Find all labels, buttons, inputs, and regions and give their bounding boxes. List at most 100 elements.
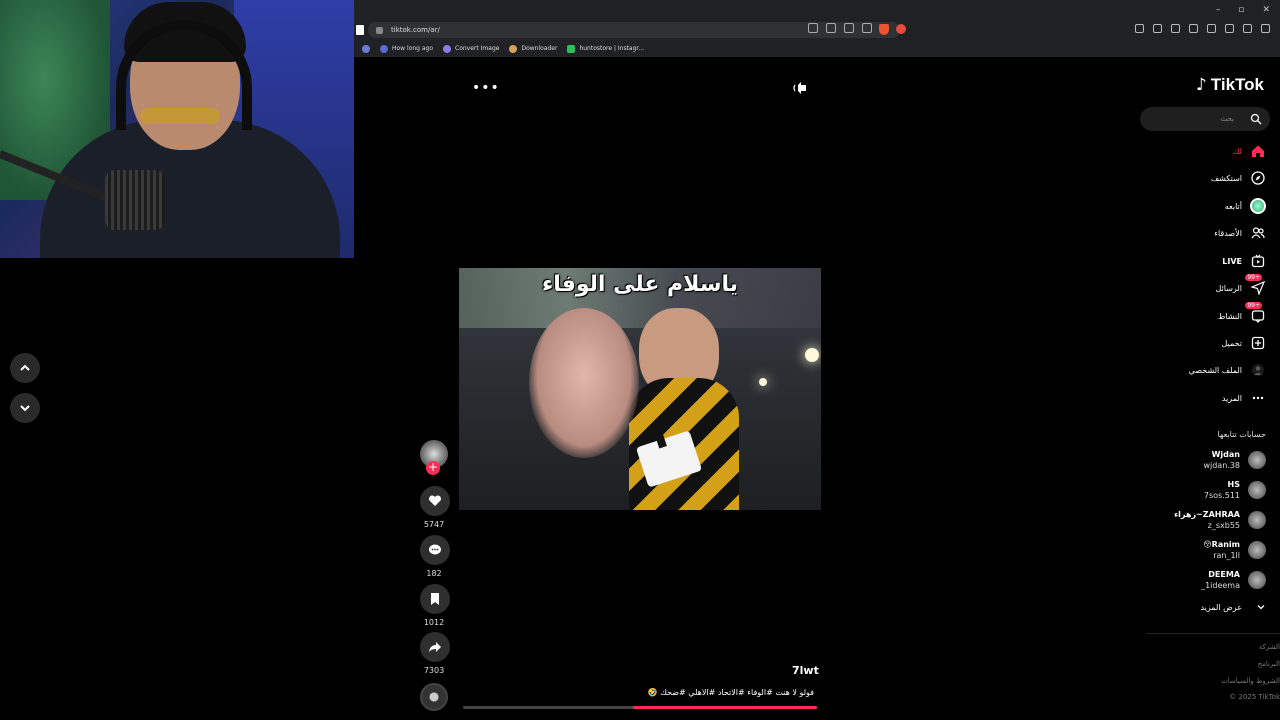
following-account[interactable]: Ranim😚 ran_1ll [1203,537,1266,563]
search-icon[interactable] [1250,113,1262,125]
browser-chrome: – ▫ ✕ tiktok.com/ar/ How long ago Conver… [354,0,1280,57]
bookmark-item[interactable]: Downloader [509,44,557,53]
comment-icon [429,544,441,555]
tiktok-note-icon: ♪ [1195,75,1207,95]
account-avatar [1248,541,1266,559]
profile-avatar-icon [1250,362,1266,378]
home-icon [1250,143,1266,159]
sidebar-divider [1146,633,1280,634]
sidebar-item-label: الملف الشخصي [1188,365,1242,375]
wallet-icon[interactable] [1225,24,1234,33]
music-disc-icon[interactable] [420,683,448,711]
sidebar-item-label: لك [1232,146,1242,156]
menu-icon[interactable] [1261,24,1270,33]
blurred-hand [529,308,639,458]
sidebar-item-activity[interactable]: 99+ النشاط [1217,302,1266,326]
like-count: 5747 [423,520,445,529]
previous-video-button[interactable] [10,353,40,383]
share-arrow-icon [429,642,441,652]
account-display-name: DEEMA [1208,570,1240,579]
video-progress-bar[interactable] [463,706,817,709]
footer-link-program[interactable]: البرنامج [1258,660,1280,668]
account-display-name: Wjdan [1211,450,1240,459]
sidebar-item-messages[interactable]: 99+ الرسائل [1216,274,1267,298]
sidebar-item-explore[interactable]: استكشف [1211,168,1266,188]
sidebar-item-label: تحميل [1221,338,1243,348]
sidebar-item-more[interactable]: المزيد [1222,388,1266,408]
music-icon[interactable] [1171,24,1180,33]
account-avatar [1248,451,1266,469]
see-more-button[interactable]: عرض المزيد [1200,602,1266,612]
share-icon[interactable] [862,23,872,33]
bookmark-item[interactable]: huntostore | Instagr... [567,44,644,53]
bookmark-item[interactable]: Convert Image [443,44,499,53]
bookmark-back[interactable] [362,44,370,53]
copyright: © 2025 TikTok [1229,693,1280,701]
comment-button[interactable] [420,535,450,565]
follow-plus-icon[interactable]: + [426,461,440,475]
light-spot [805,348,819,362]
zoom-icon[interactable] [844,23,854,33]
account-handle: 7sos.511 [1203,491,1240,500]
chevron-down-icon [1257,605,1265,610]
tiktok-logo[interactable]: ♪ TikTok [1196,75,1264,95]
next-video-button[interactable] [10,393,40,423]
sidebar-item-foryou[interactable]: لك [1233,141,1266,161]
more-options-icon[interactable]: ••• [472,80,500,96]
minimize-icon[interactable]: – [1216,5,1221,15]
account-display-name: ZAHRAA~زهراء [1174,510,1240,519]
heart-icon [428,495,442,506]
translate-icon[interactable] [808,23,818,33]
following-account[interactable]: DEEMA _1ideema [1201,567,1266,593]
comment-count: 182 [426,569,442,578]
cast-icon[interactable] [826,23,836,33]
following-account[interactable]: ZAHRAA~زهراء z_sxb55 [1174,507,1266,533]
footer-link-company[interactable]: الشركة [1259,643,1280,651]
sidebar-item-friends[interactable]: الأصدقاء [1214,223,1266,243]
shield-icon[interactable] [879,24,889,35]
activity-badge: 99+ [1245,302,1262,309]
history-icon [362,44,370,53]
close-icon[interactable]: ✕ [1262,5,1270,15]
bookmark-item[interactable]: How long ago [380,44,433,53]
volume-icon[interactable] [792,81,808,95]
url-text[interactable]: tiktok.com/ar/ [391,26,440,34]
alert-icon[interactable] [896,24,906,34]
account-handle: z_sxb55 [1207,521,1240,530]
sidebar-item-label: LIVE [1222,256,1242,266]
bookmark-icon [509,44,518,53]
sidebar-item-profile[interactable]: الملف الشخصي [1189,360,1266,380]
sidebar-icon[interactable] [1189,24,1198,33]
sidebar-item-live[interactable]: LIVE [1222,251,1266,271]
plus-square-icon [1250,335,1266,351]
address-row: tiktok.com/ar/ [354,20,1280,40]
vpn-icon[interactable] [1243,24,1252,33]
site-info-icon[interactable] [376,26,383,34]
sidebar: ♪ TikTok بحث لك استكشف أتابعه الأصدقاء L… [1136,57,1280,720]
progress-fill [632,706,817,709]
like-button[interactable] [420,486,450,516]
restore-icon[interactable]: ▫ [1238,5,1244,15]
webcam-overlay [0,0,354,258]
video-description: فولو لا هنت #الوفاء #الاتحاد #الاهلي #ضح… [647,688,814,697]
footer-link-terms[interactable]: الشروط والسياسات [1221,677,1280,685]
ellipsis-icon [1250,390,1266,406]
save-button[interactable] [420,584,450,614]
share-button[interactable] [420,632,450,662]
sidebar-item-label: النشاط [1217,311,1242,321]
video-player[interactable]: ياسلام على الوفاء [459,268,821,510]
account-avatar [1248,511,1266,529]
sidebar-item-label: المزيد [1221,393,1242,403]
screenshot-icon[interactable] [1153,24,1162,33]
split-icon[interactable] [1207,24,1216,33]
search-input[interactable]: بحث [1140,107,1270,131]
account-avatar [1248,571,1266,589]
bookmark-icon [431,593,439,605]
following-account[interactable]: HS 7sos.511 [1204,477,1266,503]
extension-icon[interactable] [1135,24,1144,33]
sidebar-item-upload[interactable]: تحميل [1222,333,1267,353]
sidebar-item-label: استكشف [1210,173,1242,183]
sidebar-item-following[interactable]: أتابعه [1225,196,1266,216]
author-name[interactable]: 7lwt [792,664,819,677]
following-account[interactable]: Wjdan wjdan.38 [1203,447,1266,473]
